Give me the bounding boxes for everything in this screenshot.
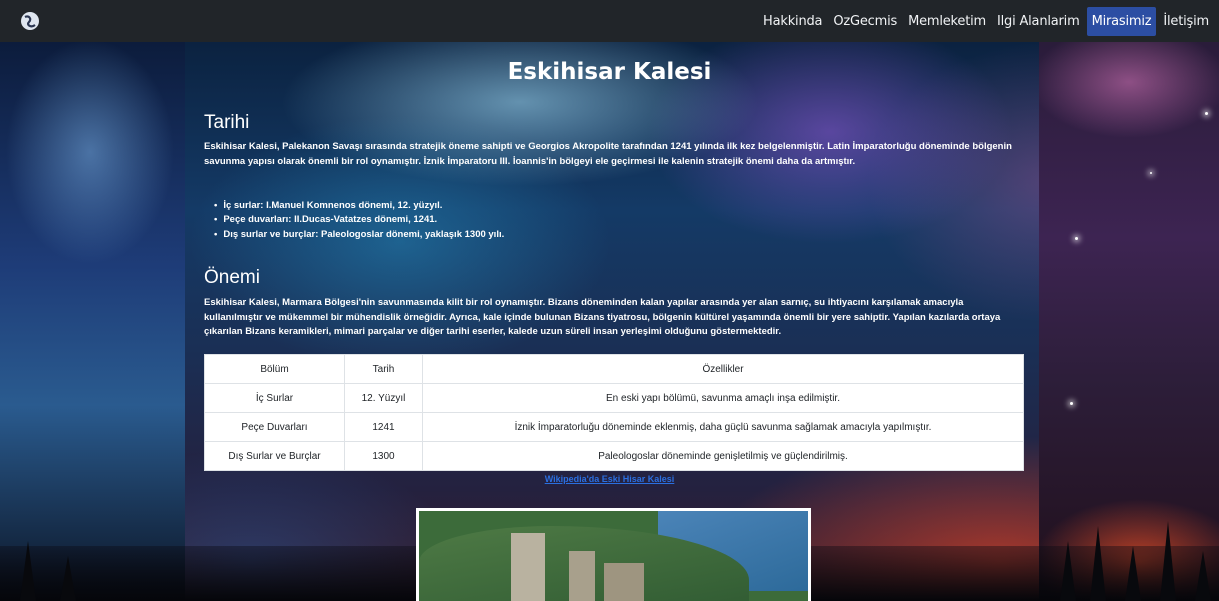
table-cell: İç Surlar bbox=[204, 383, 345, 413]
section-text-tarihi: Eskihisar Kalesi, Palekanon Savaşı sıras… bbox=[204, 141, 1012, 167]
wikipedia-link[interactable]: Wikipedia'da Eski Hisar Kalesi bbox=[0, 474, 1219, 484]
nav-link-ozgecmis[interactable]: OzGecmis bbox=[829, 7, 901, 36]
table-row: Dış Surlar ve Burçlar 1300 Paleologoslar… bbox=[204, 441, 1024, 471]
photo-ruin bbox=[569, 551, 595, 601]
table-row: Peçe Duvarları 1241 İznik İmparatorluğu … bbox=[204, 412, 1024, 442]
photo-ruin bbox=[604, 563, 644, 601]
table-cell: Paleologoslar döneminde genişletilmiş ve… bbox=[422, 441, 1024, 471]
nav-link-ilgi-alanlarim[interactable]: Ilgi Alanlarim bbox=[993, 7, 1084, 36]
table-row: İç Surlar 12. Yüzyıl En eski yapı bölümü… bbox=[204, 383, 1024, 413]
section-text-onemi: Eskihisar Kalesi, Marmara Bölgesi'nin sa… bbox=[204, 297, 1001, 337]
nav-menu: Hakkinda OzGecmis Memleketim Ilgi Alanla… bbox=[756, 6, 1213, 36]
photo-ruin bbox=[511, 533, 545, 601]
section-heading-onemi: Önemi bbox=[204, 267, 260, 288]
table-header-cell: Özellikler bbox=[422, 354, 1024, 384]
nav-link-mirasimiz[interactable]: Mirasimiz bbox=[1086, 6, 1157, 36]
table-cell: Dış Surlar ve Burçlar bbox=[204, 441, 345, 471]
section-heading-tarihi: Tarihi bbox=[204, 112, 250, 133]
table-cell: 1300 bbox=[344, 441, 423, 471]
castle-sections-table: Bölüm Tarih Özellikler İç Surlar 12. Yüz… bbox=[204, 354, 1024, 471]
table-header-cell: Bölüm bbox=[204, 354, 345, 384]
table-cell: 1241 bbox=[344, 412, 423, 442]
nav-link-hakkinda[interactable]: Hakkinda bbox=[759, 7, 826, 36]
table-cell: Peçe Duvarları bbox=[204, 412, 345, 442]
period-list: İç surlar: I.Manuel Komnenos dönemi, 12.… bbox=[204, 199, 504, 242]
logo-icon[interactable] bbox=[20, 11, 40, 31]
list-item: Dış surlar ve burçlar: Paleologoslar dön… bbox=[214, 228, 504, 242]
nav-link-memleketim[interactable]: Memleketim bbox=[904, 7, 990, 36]
table-cell: 12. Yüzyıl bbox=[344, 383, 423, 413]
page-title: Eskihisar Kalesi bbox=[507, 59, 712, 85]
list-item: Peçe duvarları: II.Ducas-Vatatzes dönemi… bbox=[214, 213, 504, 227]
list-item: İç surlar: I.Manuel Komnenos dönemi, 12.… bbox=[214, 199, 504, 213]
table-cell: İznik İmparatorluğu döneminde eklenmiş, … bbox=[422, 412, 1024, 442]
main-content: Eskihisar Kalesi Tarihi Eskihisar Kalesi… bbox=[0, 42, 1219, 601]
navbar: Hakkinda OzGecmis Memleketim Ilgi Alanla… bbox=[0, 0, 1219, 42]
table-header-cell: Tarih bbox=[344, 354, 423, 384]
nav-link-iletisim[interactable]: İletişim bbox=[1159, 7, 1213, 36]
castle-photo bbox=[416, 508, 811, 601]
table-cell: En eski yapı bölümü, savunma amaçlı inşa… bbox=[422, 383, 1024, 413]
table-header-row: Bölüm Tarih Özellikler bbox=[204, 354, 1024, 384]
